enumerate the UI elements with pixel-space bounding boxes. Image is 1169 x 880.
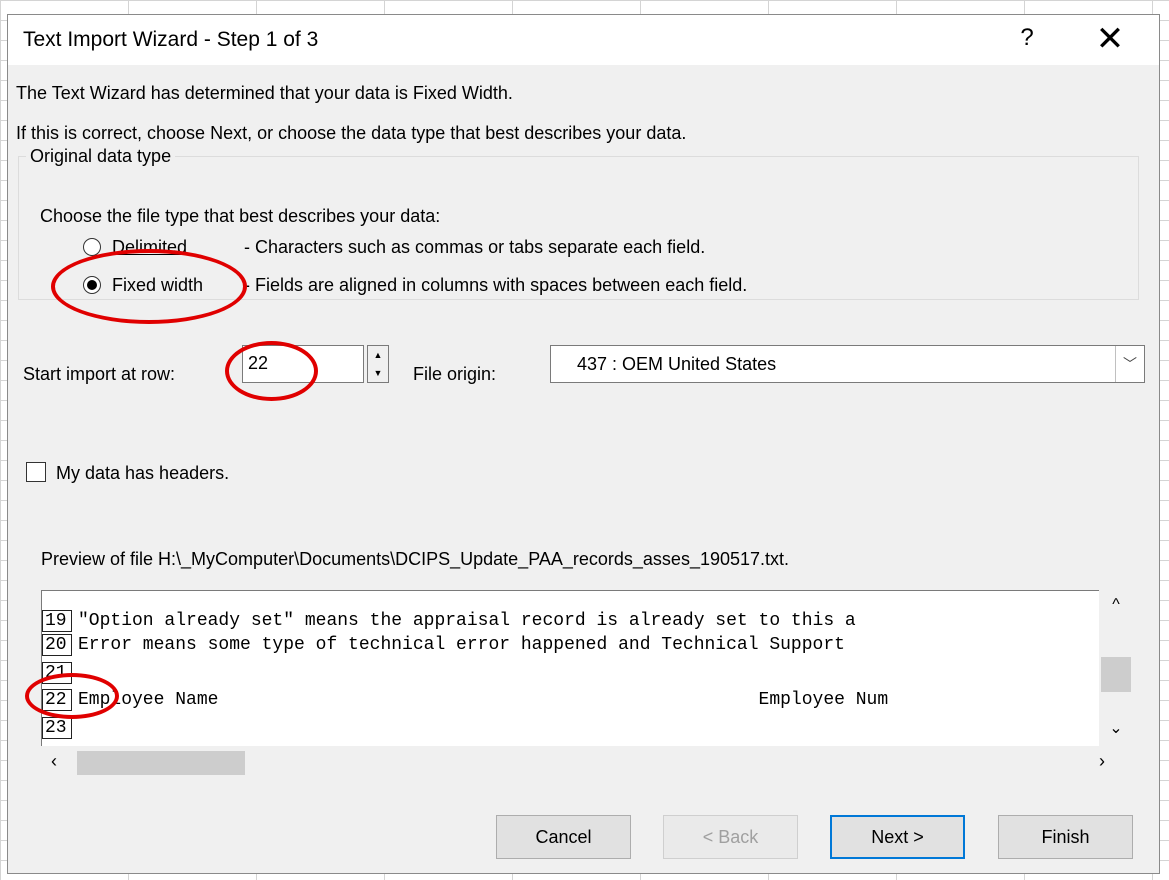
horizontal-scroll-thumb[interactable] xyxy=(77,751,245,775)
preview-pane[interactable]: 19 "Option already set" means the apprais… xyxy=(41,590,1120,746)
row-number: 21 xyxy=(42,662,72,684)
headers-checkbox-label[interactable]: My data has headers. xyxy=(56,463,229,484)
back-button[interactable]: < Back xyxy=(663,815,798,859)
delimited-description: - Characters such as commas or tabs sepa… xyxy=(244,237,706,257)
preview-row: 22 Employee Name Employee Num xyxy=(42,689,888,711)
row-text: Employee Name Employee Num xyxy=(78,690,889,710)
fixed-width-description: - Fields are aligned in columns with spa… xyxy=(244,275,748,295)
preview-row: 20 Error means some type of technical err… xyxy=(42,634,845,656)
spin-down-icon[interactable]: ▼ xyxy=(368,364,388,382)
horizontal-scrollbar[interactable]: ‹ › xyxy=(41,749,1120,777)
start-row-spinner[interactable]: ▲ ▼ xyxy=(367,345,389,383)
preview-content: 19 "Option already set" means the apprais… xyxy=(42,591,1092,745)
cancel-button[interactable]: Cancel xyxy=(496,815,631,859)
preview-row: 23 xyxy=(42,717,78,739)
delimited-label[interactable]: Delimited xyxy=(112,237,187,258)
file-origin-value: 437 : OEM United States xyxy=(577,354,777,374)
vertical-scroll-thumb[interactable] xyxy=(1101,657,1131,692)
fixed-width-label[interactable]: Fixed width xyxy=(112,275,203,296)
help-icon[interactable]: ? xyxy=(1013,24,1041,52)
radio-selected-dot xyxy=(87,280,97,290)
file-origin-label: File origin: xyxy=(413,364,497,384)
scroll-up-icon[interactable]: ^ xyxy=(1099,596,1133,614)
next-button[interactable]: Next > xyxy=(830,815,965,859)
row-number: 23 xyxy=(42,717,72,739)
row-number: 22 xyxy=(42,689,72,711)
delimited-radio[interactable] xyxy=(83,238,101,256)
group-legend: Original data type xyxy=(26,146,176,167)
intro-line-2: If this is correct, choose Next, or choo… xyxy=(16,123,687,143)
start-row-label: Start import at row: xyxy=(23,364,176,384)
chevron-down-icon[interactable]: ﹀ xyxy=(1115,346,1144,382)
finish-button[interactable]: Finish xyxy=(998,815,1133,859)
fixed-width-radio[interactable] xyxy=(83,276,101,294)
preview-caption: Preview of file H:\_MyComputer\Documents… xyxy=(41,549,790,569)
scroll-left-icon[interactable]: ‹ xyxy=(51,751,57,772)
row-number: 19 xyxy=(42,610,72,632)
preview-row: 19 "Option already set" means the apprais… xyxy=(42,610,856,632)
vertical-scrollbar[interactable]: ^ ⌄ xyxy=(1099,590,1133,746)
start-row-input[interactable]: 22 xyxy=(242,345,364,383)
intro-line-1: The Text Wizard has determined that your… xyxy=(16,83,513,103)
title-bar: Text Import Wizard - Step 1 of 3 ? ✕ xyxy=(8,15,1159,65)
headers-checkbox[interactable] xyxy=(26,462,46,482)
scroll-right-icon[interactable]: › xyxy=(1099,751,1105,772)
spin-up-icon[interactable]: ▲ xyxy=(368,346,388,364)
close-icon[interactable]: ✕ xyxy=(1093,19,1127,59)
file-origin-dropdown[interactable]: 437 : OEM United States ﹀ xyxy=(550,345,1145,383)
row-text: "Option already set" means the appraisal… xyxy=(78,611,856,631)
dialog-title: Text Import Wizard - Step 1 of 3 xyxy=(23,28,319,51)
file-type-prompt: Choose the file type that best describes… xyxy=(40,206,441,226)
row-number: 20 xyxy=(42,634,72,656)
row-text: Error means some type of technical error… xyxy=(78,635,845,655)
scroll-down-icon[interactable]: ⌄ xyxy=(1099,718,1133,738)
preview-row: 21 xyxy=(42,662,78,684)
delimited-label-text: Delimited xyxy=(112,237,188,257)
